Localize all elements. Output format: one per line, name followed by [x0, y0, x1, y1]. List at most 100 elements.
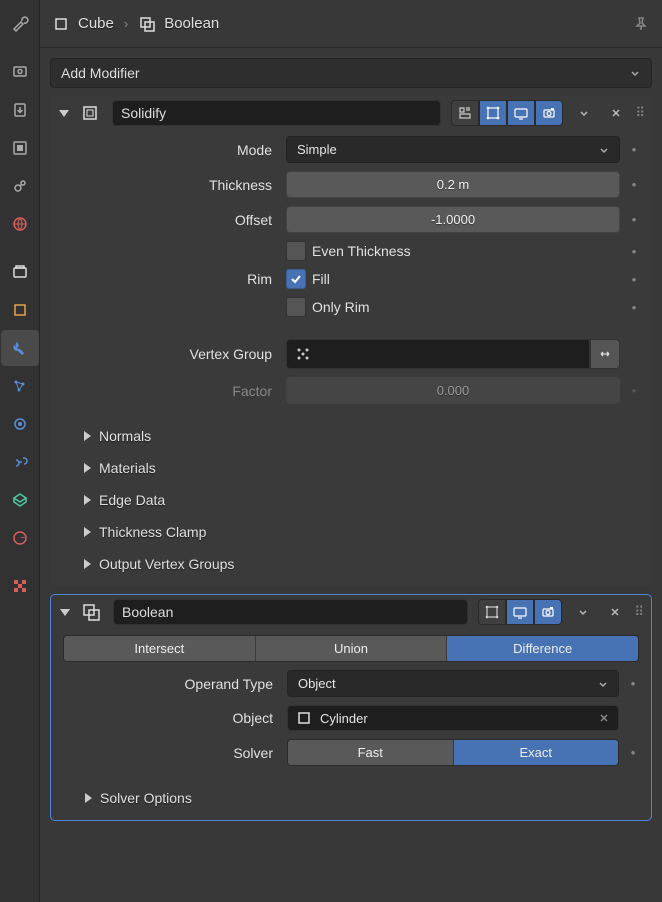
panel-area: Add Modifier ⠿ Mode: [40, 48, 662, 902]
modifier-close[interactable]: [604, 601, 626, 623]
modifier-header: ⠿: [51, 595, 651, 629]
boolean-icon: [138, 15, 156, 33]
even-thickness-label: Even Thickness: [312, 243, 411, 259]
tab-particle[interactable]: [1, 368, 39, 404]
mode-select[interactable]: Simple: [286, 136, 620, 163]
breadcrumb: Cube › Boolean: [40, 0, 662, 48]
operand-label: Operand Type: [63, 676, 279, 692]
drag-handle[interactable]: ⠿: [635, 105, 646, 121]
solver-fast[interactable]: Fast: [288, 740, 454, 765]
subpanel-edge-data[interactable]: Edge Data: [62, 488, 640, 512]
factor-label: Factor: [62, 383, 278, 399]
anim-dot[interactable]: •: [628, 177, 640, 192]
tab-viewlayer[interactable]: [1, 130, 39, 166]
anim-dot[interactable]: •: [628, 300, 640, 315]
anim-dot[interactable]: •: [628, 244, 640, 259]
vgroup-icon: [295, 346, 311, 362]
breadcrumb-object[interactable]: Cube: [52, 15, 114, 33]
mode-label: Mode: [62, 142, 278, 158]
modifier-name-input[interactable]: [112, 100, 441, 126]
modifier-header: ⠿: [50, 96, 652, 130]
factor-field: 0.000: [286, 377, 620, 404]
properties-tab-sidebar: [0, 0, 40, 902]
tab-render[interactable]: [1, 54, 39, 90]
vertex-group-label: Vertex Group: [62, 346, 278, 362]
toggle-render[interactable]: [534, 599, 562, 625]
tab-scene[interactable]: [1, 168, 39, 204]
tab-modifier[interactable]: [1, 330, 39, 366]
op-difference[interactable]: Difference: [447, 636, 638, 661]
breadcrumb-modifier[interactable]: Boolean: [138, 15, 219, 33]
solver-label: Solver: [63, 745, 279, 761]
modifier-close[interactable]: [605, 102, 627, 124]
breadcrumb-sep: ›: [124, 16, 128, 31]
op-intersect[interactable]: Intersect: [64, 636, 256, 661]
breadcrumb-modifier-label: Boolean: [164, 15, 219, 32]
anim-dot[interactable]: •: [628, 212, 640, 227]
toggle-render[interactable]: [535, 100, 563, 126]
subpanel-thickness-clamp[interactable]: Thickness Clamp: [62, 520, 640, 544]
tab-object[interactable]: [1, 292, 39, 328]
pin-icon[interactable]: [632, 15, 650, 33]
tab-physics[interactable]: [1, 406, 39, 442]
offset-field[interactable]: -1.0000: [286, 206, 620, 233]
anim-dot[interactable]: •: [628, 272, 640, 287]
offset-label: Offset: [62, 212, 278, 228]
even-thickness-checkbox[interactable]: [286, 241, 306, 261]
modifier-menu[interactable]: [572, 601, 594, 623]
fill-checkbox[interactable]: [286, 269, 306, 289]
operand-value: Object: [298, 676, 336, 691]
subpanel-normals[interactable]: Normals: [62, 424, 640, 448]
only-rim-checkbox[interactable]: [286, 297, 306, 317]
thickness-field[interactable]: 0.2 m: [286, 171, 620, 198]
solidify-icon: [78, 101, 102, 125]
solver-segments: Fast Exact: [287, 739, 619, 766]
object-value: Cylinder: [320, 711, 368, 726]
drag-handle[interactable]: ⠿: [634, 604, 645, 620]
modifier-toggles: [478, 599, 562, 625]
subpanel-solver-options[interactable]: Solver Options: [63, 786, 639, 810]
subpanel-materials[interactable]: Materials: [62, 456, 640, 480]
thickness-label: Thickness: [62, 177, 278, 193]
anim-dot[interactable]: •: [628, 142, 640, 157]
tab-constraint[interactable]: [1, 444, 39, 480]
add-modifier-label: Add Modifier: [61, 65, 140, 81]
mode-value: Simple: [297, 142, 337, 157]
breadcrumb-object-label: Cube: [78, 15, 114, 32]
solver-exact[interactable]: Exact: [454, 740, 619, 765]
collapse-toggle[interactable]: [57, 604, 73, 620]
toggle-realtime[interactable]: [506, 599, 534, 625]
fill-label: Fill: [312, 271, 330, 287]
object-field[interactable]: Cylinder: [287, 705, 619, 731]
anim-dot[interactable]: •: [627, 745, 639, 760]
vertex-group-field[interactable]: [286, 339, 590, 369]
vertex-group-invert[interactable]: [590, 339, 620, 369]
operand-select[interactable]: Object: [287, 670, 619, 697]
anim-dot[interactable]: •: [627, 676, 639, 691]
add-modifier-dropdown[interactable]: Add Modifier: [50, 58, 652, 88]
op-union[interactable]: Union: [256, 636, 448, 661]
clear-icon[interactable]: [598, 712, 610, 724]
collapse-toggle[interactable]: [56, 105, 72, 121]
modifier-boolean: ⠿ Intersect Union Difference Operand Typ…: [50, 594, 652, 821]
tab-tool[interactable]: [1, 6, 39, 42]
toggle-edit-mode[interactable]: [478, 599, 506, 625]
cube-icon: [52, 15, 70, 33]
modifier-menu[interactable]: [573, 102, 595, 124]
tab-data[interactable]: [1, 482, 39, 518]
tab-collection[interactable]: [1, 254, 39, 290]
tab-output[interactable]: [1, 92, 39, 128]
rim-label: Rim: [62, 271, 278, 287]
subpanel-output-vgroups[interactable]: Output Vertex Groups: [62, 552, 640, 576]
toggle-cage[interactable]: [479, 100, 507, 126]
tab-material[interactable]: [1, 520, 39, 556]
toggle-edit-mode[interactable]: [451, 100, 479, 126]
toggle-realtime[interactable]: [507, 100, 535, 126]
tab-texture[interactable]: [1, 568, 39, 604]
chevron-down-icon: [629, 67, 641, 79]
mesh-icon: [296, 710, 312, 726]
modifier-solidify: ⠿ Mode Simple • Thickness 0.2 m • Offset…: [50, 96, 652, 586]
modifier-body: Mode Simple • Thickness 0.2 m • Offset -…: [50, 130, 652, 586]
modifier-name-input[interactable]: [113, 599, 468, 625]
tab-world[interactable]: [1, 206, 39, 242]
